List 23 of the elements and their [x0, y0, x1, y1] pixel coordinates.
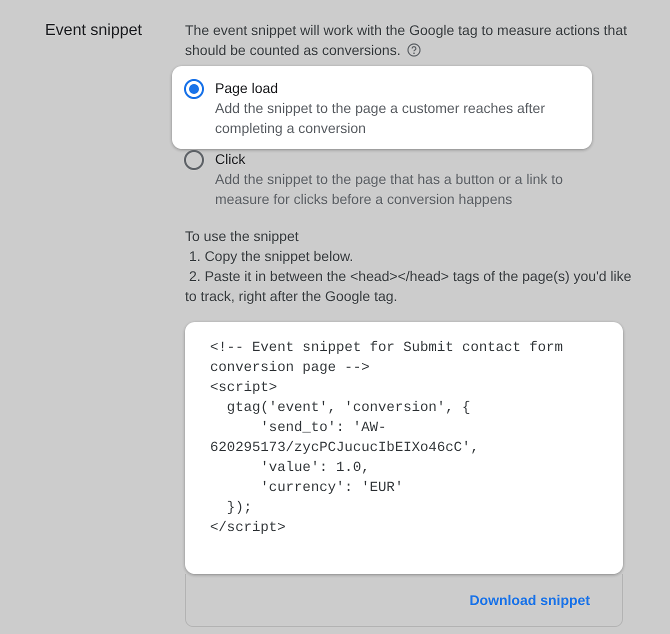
- code-line: <script>: [210, 379, 278, 398]
- option-label: Click: [215, 150, 246, 169]
- option-description: Add the snippet to the page a customer reaches after completing a conversion: [215, 99, 546, 138]
- code-line: });: [226, 499, 252, 518]
- code-line: 'currency': 'EUR': [259, 479, 404, 498]
- section-title: Event snippet: [45, 22, 142, 39]
- radio-button[interactable]: [184, 79, 204, 99]
- option-description: Add the snippet to the page that has a button or a link to measure for clicks before a conversion happens: [215, 170, 564, 209]
- code-line: </script>: [210, 519, 286, 538]
- description-text: The event snippet will work with the Google tag to measure actions that should be counted as conversions.: [185, 21, 628, 60]
- instruction-step: 2. Paste it in between the <head></head> tags of the page(s) you'd like to track, right after the Google tag.: [185, 266, 635, 306]
- code-line: gtag('event', 'conversion', {: [226, 399, 470, 418]
- help-icon[interactable]: [406, 43, 421, 57]
- code-line: 'value': 1.0,: [259, 459, 370, 478]
- code-line: 620295173/zycPCJucucIbEIXo46cC',: [210, 439, 479, 458]
- code-line: <!-- Event snippet for Submit contact form: [210, 339, 563, 358]
- download-link[interactable]: Download snippet: [469, 592, 590, 608]
- instruction-step: 1. Copy the snippet below.: [185, 246, 635, 266]
- code-line: 'send_to': 'AW-: [259, 419, 386, 438]
- code-line: conversion page -->: [210, 359, 370, 378]
- option-label: Page load: [215, 79, 280, 98]
- radio-button[interactable]: [184, 150, 204, 170]
- instructions-title: To use the snippet: [185, 227, 300, 246]
